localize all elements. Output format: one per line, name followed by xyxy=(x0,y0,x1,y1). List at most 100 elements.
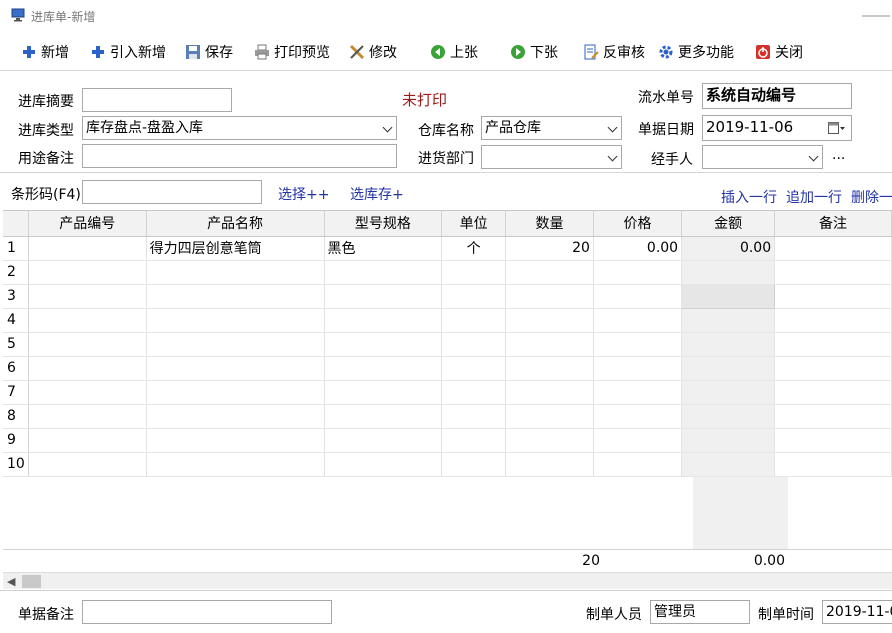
table-cell-amount[interactable] xyxy=(681,283,776,309)
table-cell-unit[interactable] xyxy=(441,308,507,333)
unapprove-button[interactable]: 反审核 xyxy=(583,41,645,63)
table-cell-qty[interactable] xyxy=(505,452,594,477)
table-cell-code[interactable] xyxy=(28,260,147,285)
column-header[interactable]: 产品名称 xyxy=(146,211,325,237)
table-row[interactable]: 10 xyxy=(3,452,892,477)
table-row[interactable]: 4 xyxy=(3,308,892,333)
table-cell-name[interactable] xyxy=(146,428,325,453)
select-stock-link[interactable]: 选库存+ xyxy=(350,184,404,204)
table-cell-qty[interactable] xyxy=(505,356,594,381)
table-cell-spec[interactable] xyxy=(324,404,443,429)
table-row[interactable]: 6 xyxy=(3,356,892,381)
table-cell-name[interactable] xyxy=(146,284,325,309)
horizontal-scrollbar[interactable]: ◀ xyxy=(3,572,892,589)
scrollbar-thumb[interactable] xyxy=(22,575,41,588)
table-cell-amount[interactable] xyxy=(681,428,776,453)
summary-input[interactable] xyxy=(82,88,232,112)
column-header[interactable]: 金额 xyxy=(681,211,776,237)
table-cell-code[interactable] xyxy=(28,356,147,381)
column-header[interactable]: 单位 xyxy=(441,211,507,237)
table-cell-price[interactable] xyxy=(593,356,683,381)
purpose-input[interactable] xyxy=(82,144,397,168)
close-button[interactable]: 关闭 xyxy=(755,41,803,63)
new-button[interactable]: 新增 xyxy=(21,41,69,63)
table-cell-spec[interactable] xyxy=(324,356,443,381)
table-cell-price[interactable] xyxy=(593,332,683,357)
table-cell-unit[interactable]: 个 xyxy=(441,236,507,261)
more-functions-button[interactable]: 更多功能 xyxy=(658,41,734,63)
table-cell-unit[interactable] xyxy=(441,452,507,477)
table-cell-name[interactable]: 得力四层创意笔筒 xyxy=(146,236,325,261)
table-cell-price[interactable] xyxy=(593,260,683,285)
table-cell-price[interactable] xyxy=(593,452,683,477)
table-cell-remark[interactable] xyxy=(774,284,892,309)
warehouse-select[interactable]: 产品仓库 xyxy=(481,116,622,140)
select-product-link[interactable]: 选择++ xyxy=(278,184,329,204)
table-cell-spec[interactable] xyxy=(324,284,443,309)
table-cell-unit[interactable] xyxy=(441,428,507,453)
table-cell-spec[interactable] xyxy=(324,428,443,453)
table-cell-amount[interactable] xyxy=(681,452,776,477)
table-cell-price[interactable] xyxy=(593,308,683,333)
table-cell-price[interactable] xyxy=(593,404,683,429)
table-cell-remark[interactable] xyxy=(774,404,892,429)
table-cell-qty[interactable] xyxy=(505,428,594,453)
type-select[interactable]: 库存盘点-盘盈入库 xyxy=(82,116,397,140)
next-button[interactable]: 下张 xyxy=(510,41,558,63)
table-cell-unit[interactable] xyxy=(441,284,507,309)
table-cell-spec[interactable] xyxy=(324,452,443,477)
table-cell-unit[interactable] xyxy=(441,260,507,285)
table-cell-qty[interactable] xyxy=(505,308,594,333)
handler-select[interactable] xyxy=(702,145,823,169)
table-cell-code[interactable] xyxy=(28,428,147,453)
table-cell-name[interactable] xyxy=(146,260,325,285)
table-cell-price[interactable]: 0.00 xyxy=(593,236,683,261)
table-cell-code[interactable] xyxy=(28,380,147,405)
table-cell-qty[interactable] xyxy=(505,332,594,357)
table-cell-qty[interactable] xyxy=(505,380,594,405)
column-header[interactable]: 数量 xyxy=(505,211,594,237)
table-row[interactable]: 2 xyxy=(3,260,892,285)
date-picker[interactable]: 2019-11-06 xyxy=(702,115,852,141)
table-cell-spec[interactable] xyxy=(324,260,443,285)
table-cell-code[interactable] xyxy=(28,284,147,309)
table-row[interactable]: 7 xyxy=(3,380,892,405)
table-cell-code[interactable] xyxy=(28,308,147,333)
table-row[interactable]: 1 得力四层创意笔筒 黑色个 20 0.00 0.00 xyxy=(3,236,892,261)
table-cell-qty[interactable] xyxy=(505,404,594,429)
table-cell-unit[interactable] xyxy=(441,356,507,381)
modify-button[interactable]: 修改 xyxy=(349,41,397,63)
delete-row-link[interactable]: 删除一 xyxy=(851,187,892,207)
table-cell-code[interactable] xyxy=(28,332,147,357)
table-cell-remark[interactable] xyxy=(774,236,892,261)
table-cell-spec[interactable] xyxy=(324,332,443,357)
table-cell-price[interactable] xyxy=(593,284,683,309)
column-header[interactable]: 备注 xyxy=(774,211,892,237)
table-cell-amount[interactable] xyxy=(681,332,776,357)
import-new-button[interactable]: 引入新增 xyxy=(90,41,166,63)
table-cell-name[interactable] xyxy=(146,356,325,381)
table-row[interactable]: 8 xyxy=(3,404,892,429)
table-cell-unit[interactable] xyxy=(441,380,507,405)
table-cell-amount[interactable]: 0.00 xyxy=(681,236,776,261)
column-header[interactable]: 价格 xyxy=(593,211,683,237)
save-button[interactable]: 保存 xyxy=(185,41,233,63)
table-cell-remark[interactable] xyxy=(774,428,892,453)
column-header[interactable]: 型号规格 xyxy=(324,211,443,237)
table-cell-spec[interactable]: 黑色 xyxy=(324,236,443,261)
calendar-icon[interactable] xyxy=(828,121,846,134)
table-cell-unit[interactable] xyxy=(441,404,507,429)
table-cell-amount[interactable] xyxy=(681,404,776,429)
table-cell-amount[interactable] xyxy=(681,356,776,381)
table-cell-qty[interactable] xyxy=(505,260,594,285)
prev-button[interactable]: 上张 xyxy=(430,41,478,63)
table-cell-amount[interactable] xyxy=(681,308,776,333)
table-cell-amount[interactable] xyxy=(681,260,776,285)
append-row-link[interactable]: 追加一行 xyxy=(786,187,842,207)
table-cell-spec[interactable] xyxy=(324,308,443,333)
table-cell-remark[interactable] xyxy=(774,332,892,357)
column-header[interactable]: 产品编号 xyxy=(28,211,147,237)
table-cell-name[interactable] xyxy=(146,308,325,333)
barcode-input[interactable] xyxy=(82,180,262,204)
handler-more-button[interactable]: ... xyxy=(832,147,845,163)
